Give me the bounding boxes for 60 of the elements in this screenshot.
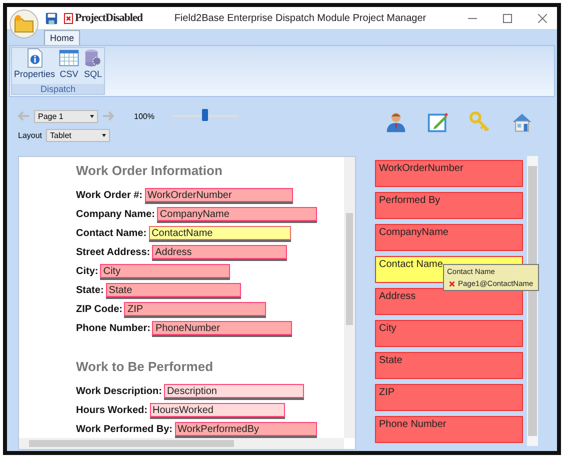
form-field[interactable]: ContactName xyxy=(148,226,291,240)
table-icon xyxy=(59,48,80,68)
ribbon-button[interactable]: Properties xyxy=(13,48,56,84)
layout-label: Layout xyxy=(18,131,42,140)
form-field[interactable]: City xyxy=(100,264,230,278)
house-icon[interactable] xyxy=(511,111,533,133)
ribbon-group-label: Dispatch xyxy=(12,84,104,94)
field-list-item[interactable]: ZIP xyxy=(375,384,523,411)
field-label: Street Address: xyxy=(76,247,150,259)
field-list-item[interactable]: Address xyxy=(375,288,523,315)
ribbon-button[interactable]: CSV xyxy=(58,48,80,84)
form-field[interactable]: ZIP xyxy=(124,302,266,316)
field-label: Contact Name: xyxy=(76,228,147,240)
form-field[interactable]: WorkOrderNumber xyxy=(144,188,292,202)
section-heading: Work Order Information xyxy=(76,163,224,178)
close-icon[interactable] xyxy=(538,14,547,22)
field-list-item[interactable]: Phone Number xyxy=(375,416,523,443)
field-list-item[interactable]: Performed By xyxy=(375,192,523,219)
page-dropdown[interactable]: Page 1 xyxy=(34,110,98,122)
caret-icon xyxy=(90,114,94,118)
field-label: Phone Number: xyxy=(76,323,150,335)
field-list-item[interactable]: WorkOrderNumber xyxy=(375,160,523,187)
ribbon-button[interactable]: SQL xyxy=(82,48,104,84)
user-icon[interactable] xyxy=(385,111,407,133)
form-field[interactable]: Address xyxy=(152,245,288,259)
horizontal-scrollbar[interactable] xyxy=(19,438,344,449)
zoom-slider[interactable] xyxy=(172,109,238,123)
project-status-text: ProjectDisabled xyxy=(75,12,142,24)
folder-icon[interactable] xyxy=(9,9,39,39)
error-icon xyxy=(449,280,455,286)
field-label: Work Description: xyxy=(76,386,162,398)
field-label: Hours Worked: xyxy=(76,405,148,417)
database-gear-icon xyxy=(83,48,104,68)
field-list-item[interactable]: City xyxy=(375,320,523,347)
field-label: ZIP Code: xyxy=(76,304,122,316)
ribbon-tab[interactable]: Home xyxy=(44,30,80,45)
vertical-scrollbar[interactable] xyxy=(344,157,355,438)
save-icon[interactable] xyxy=(45,12,58,24)
field-list-item[interactable]: CompanyName xyxy=(375,224,523,251)
field-label: State: xyxy=(76,285,104,297)
form-field[interactable]: WorkPerformedBy xyxy=(174,422,317,436)
field-list-item[interactable]: State xyxy=(375,352,523,379)
form-field[interactable]: PhoneNumber xyxy=(152,321,292,335)
field-label: Company Name: xyxy=(76,209,155,221)
section-heading: Work to Be Performed xyxy=(76,359,214,374)
caret-icon xyxy=(102,134,106,137)
window-title: Field2Base Enterprise Dispatch Module Project Manager xyxy=(173,12,428,24)
field-label: City: xyxy=(76,266,98,278)
form-field[interactable]: Description xyxy=(164,384,304,398)
maximize-icon[interactable] xyxy=(503,14,512,22)
zoom-label: 100% xyxy=(134,112,154,120)
layout-dropdown[interactable]: Tablet xyxy=(46,129,110,142)
field-label: Work Performed By: xyxy=(76,424,173,436)
form-field[interactable]: HoursWorked xyxy=(150,403,284,417)
edit-icon[interactable] xyxy=(427,111,449,133)
field-label: Work Order #: xyxy=(76,190,142,202)
document-info-icon xyxy=(24,48,45,68)
form-field[interactable]: State xyxy=(106,283,241,297)
form-field[interactable]: CompanyName xyxy=(156,207,317,221)
disabled-icon xyxy=(64,12,73,24)
